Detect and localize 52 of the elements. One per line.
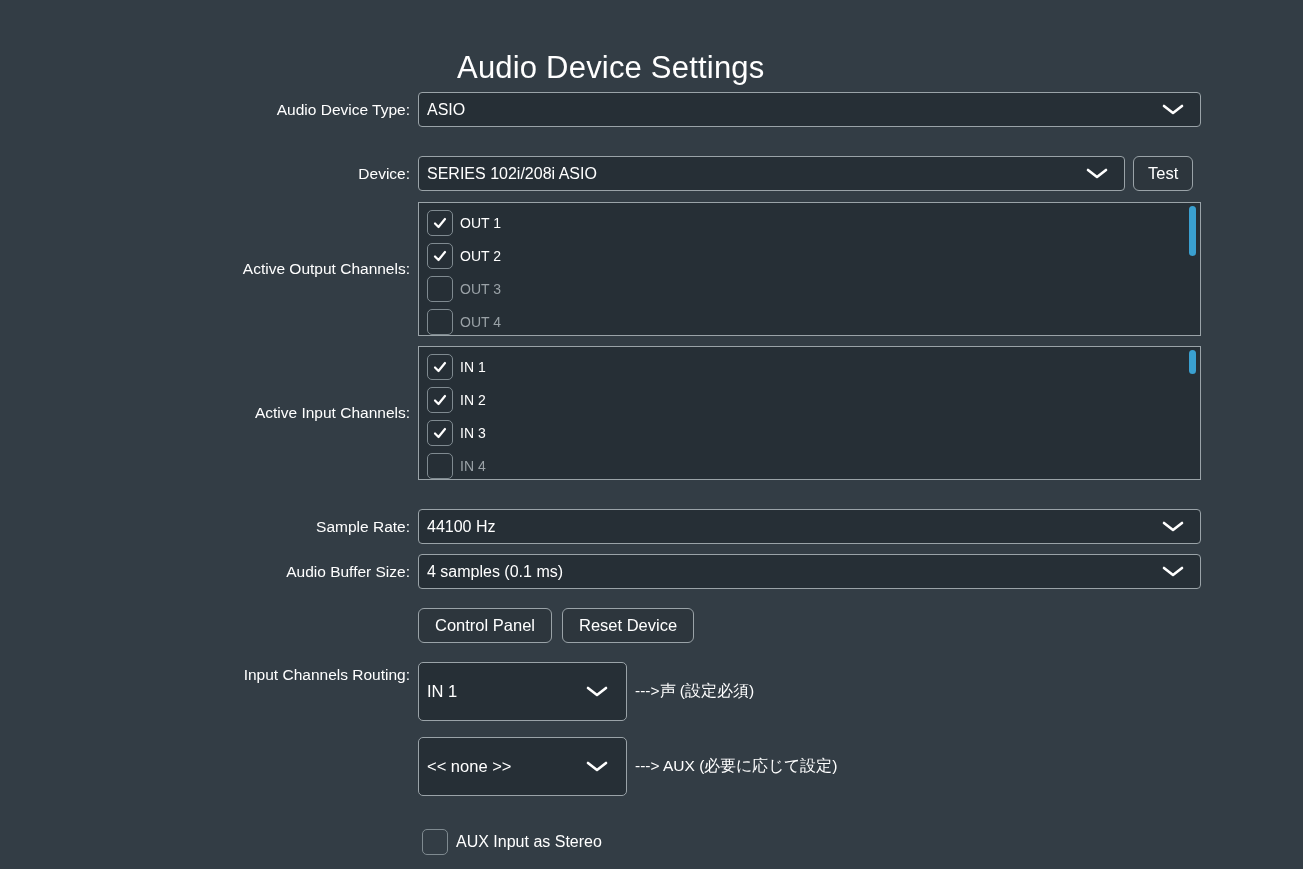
- chevron-down-icon: [1162, 565, 1184, 578]
- channel-name: OUT 1: [460, 214, 501, 231]
- chevron-down-icon: [1162, 103, 1184, 116]
- checkbox[interactable]: [427, 209, 453, 236]
- checkbox[interactable]: [427, 353, 453, 380]
- chevron-down-icon: [1162, 520, 1184, 533]
- channel-name: OUT 3: [460, 280, 501, 297]
- page-title: Audio Device Settings: [457, 50, 765, 85]
- checkmark-icon: [433, 216, 447, 229]
- channel-name: IN 4: [460, 457, 486, 474]
- checkbox-label: AUX Input as Stereo: [456, 833, 602, 851]
- sample-rate-dropdown[interactable]: 44100 Hz: [418, 509, 1201, 544]
- device-dropdown[interactable]: SERIES 102i/208i ASIO: [418, 156, 1125, 191]
- routing-dropdown[interactable]: IN 1: [418, 662, 627, 721]
- field-label: Audio Buffer Size:: [285, 562, 410, 581]
- checkbox[interactable]: [427, 275, 453, 302]
- buffer-size-dropdown[interactable]: 4 samples (0.1 ms): [418, 554, 1201, 589]
- channel-name: OUT 4: [460, 313, 501, 330]
- checkbox[interactable]: [422, 829, 448, 855]
- checkmark-icon: [433, 249, 447, 262]
- field-label: Input Channels Routing:: [242, 665, 410, 684]
- field-label: Audio Device Type:: [275, 100, 410, 119]
- action-button[interactable]: Reset Device: [562, 608, 695, 643]
- device-type-dropdown[interactable]: ASIO: [418, 92, 1201, 127]
- channel-name: OUT 2: [460, 247, 501, 264]
- action-button[interactable]: Control Panel: [418, 608, 552, 643]
- checkbox[interactable]: [427, 386, 453, 413]
- channel-list[interactable]: OUT 1 OUT 2 OUT 3 OUT 4: [418, 202, 1201, 336]
- routing-note: ---> AUX (必要に応じて設定): [635, 756, 838, 776]
- checkbox[interactable]: [427, 452, 453, 479]
- checkmark-icon: [433, 426, 447, 439]
- field-label: Active Output Channels:: [241, 260, 410, 278]
- chevron-down-icon: [1086, 167, 1108, 180]
- checkmark-icon: [433, 393, 447, 406]
- field-label: Sample Rate:: [315, 517, 410, 536]
- field-label: Active Input Channels:: [253, 404, 410, 422]
- checkbox[interactable]: [427, 419, 453, 446]
- routing-dropdown[interactable]: << none >>: [418, 737, 627, 796]
- channel-name: IN 3: [460, 424, 486, 441]
- channel-list[interactable]: IN 1 IN 2 IN 3 IN 4: [418, 346, 1201, 480]
- chevron-down-icon: [586, 760, 608, 773]
- checkbox[interactable]: [427, 308, 453, 335]
- channel-name: IN 2: [460, 391, 486, 408]
- scrollbar-thumb[interactable]: [1189, 206, 1196, 256]
- field-label: Device:: [357, 164, 410, 183]
- scrollbar-thumb[interactable]: [1189, 350, 1196, 374]
- test-button[interactable]: Test: [1133, 156, 1194, 191]
- routing-note: --->声 (設定必須): [635, 681, 755, 701]
- checkmark-icon: [433, 360, 447, 373]
- checkbox[interactable]: [427, 242, 453, 269]
- channel-name: IN 1: [460, 358, 486, 375]
- chevron-down-icon: [586, 685, 608, 698]
